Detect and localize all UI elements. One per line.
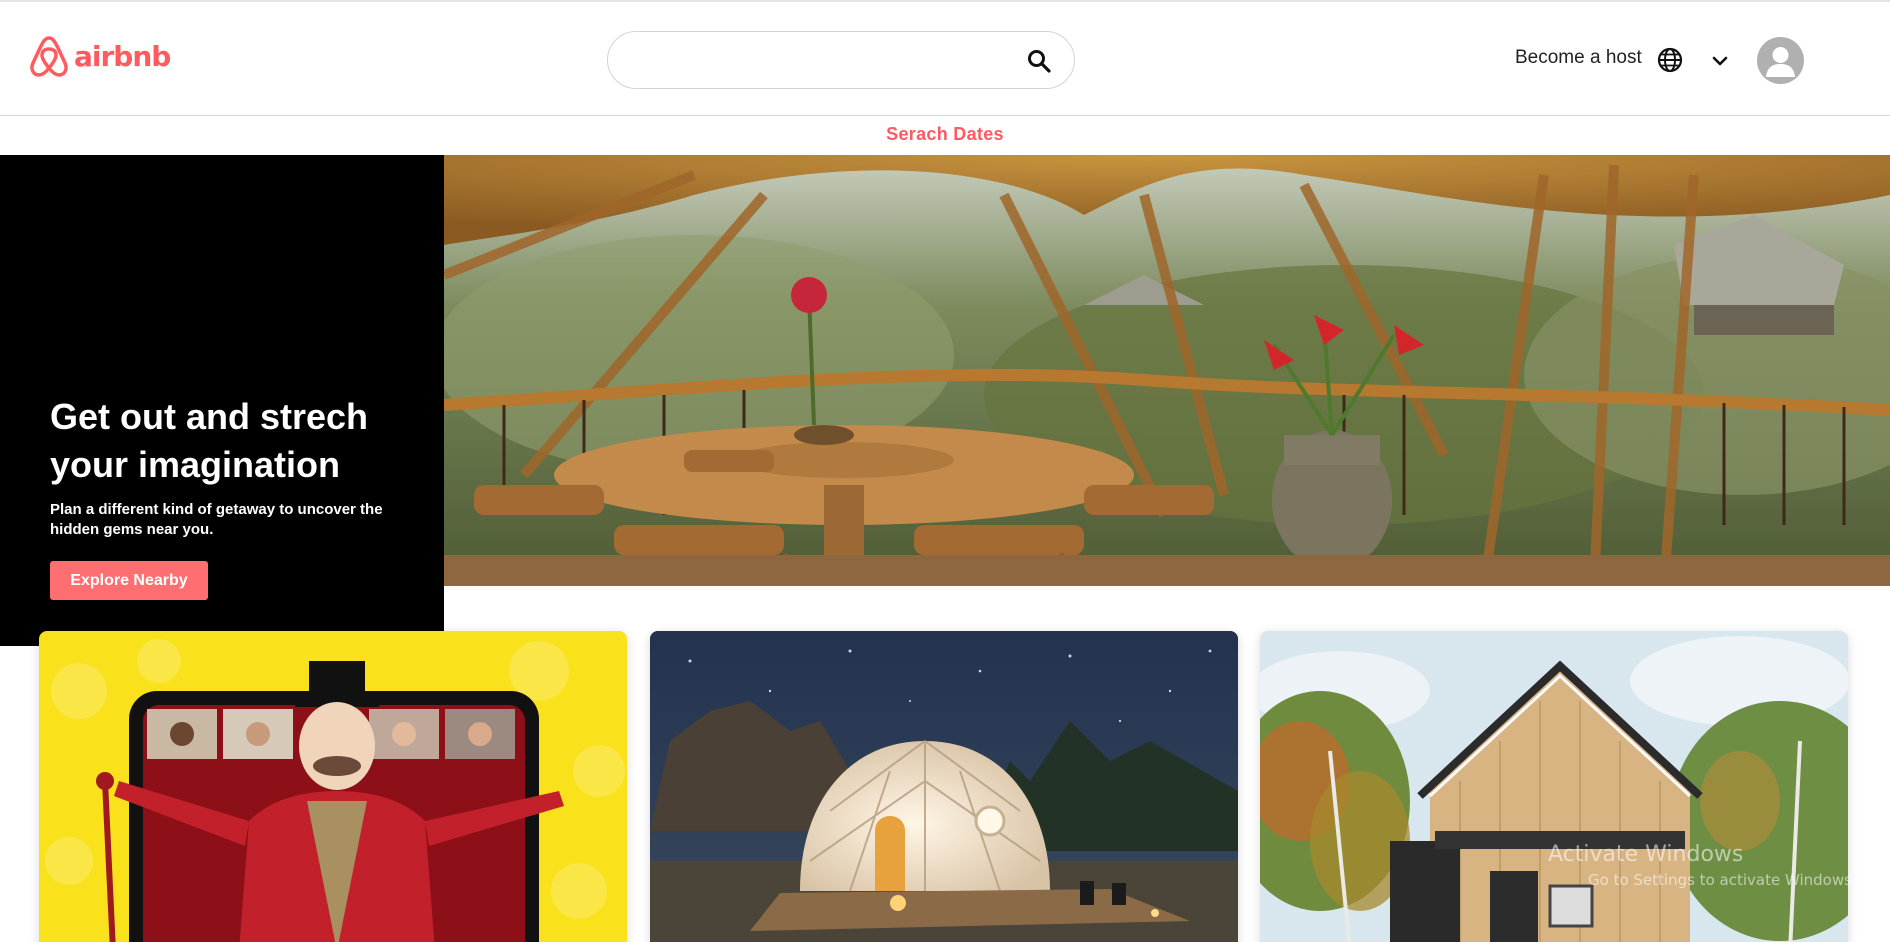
activate-windows-watermark: Activate Windows Go to Settings to activ… bbox=[1548, 842, 1857, 889]
hero-panel: Get out and strech your imagination Plan… bbox=[0, 155, 444, 646]
hero-subtitle: Plan a different kind of getaway to unco… bbox=[50, 501, 383, 538]
chevron-down-icon[interactable] bbox=[1710, 51, 1730, 71]
card-image-performer bbox=[45, 639, 625, 942]
card-unique-stays[interactable] bbox=[650, 631, 1238, 942]
explore-nearby-button[interactable]: Explore Nearby bbox=[50, 561, 208, 600]
user-avatar-icon[interactable] bbox=[1757, 37, 1804, 84]
card-image-cabin bbox=[1260, 631, 1848, 942]
search-icon[interactable] bbox=[1026, 48, 1052, 74]
airbnb-belo-icon bbox=[30, 36, 68, 77]
watermark-line1: Activate Windows bbox=[1548, 842, 1744, 867]
watermark-line2: Go to Settings to activate Windows. bbox=[1588, 871, 1857, 889]
airbnb-logo[interactable]: airbnb bbox=[28, 34, 171, 78]
search-bar[interactable] bbox=[607, 31, 1075, 89]
top-header: airbnb Become a host bbox=[0, 0, 1890, 116]
page: airbnb Become a host Serach Dates Get ou… bbox=[0, 0, 1890, 942]
card-entire-homes[interactable] bbox=[1260, 631, 1848, 942]
search-dates-link[interactable]: Serach Dates bbox=[0, 124, 1890, 145]
globe-icon[interactable] bbox=[1657, 47, 1683, 73]
card-online-experiences[interactable] bbox=[39, 631, 627, 942]
hero-title: Get out and strech your imagination bbox=[50, 396, 369, 485]
become-host-link[interactable]: Become a host bbox=[1515, 47, 1642, 69]
card-image-dome bbox=[650, 631, 1238, 942]
logo-wordmark: airbnb bbox=[74, 39, 171, 73]
search-input[interactable] bbox=[626, 42, 1026, 78]
hero-image bbox=[444, 155, 1890, 586]
